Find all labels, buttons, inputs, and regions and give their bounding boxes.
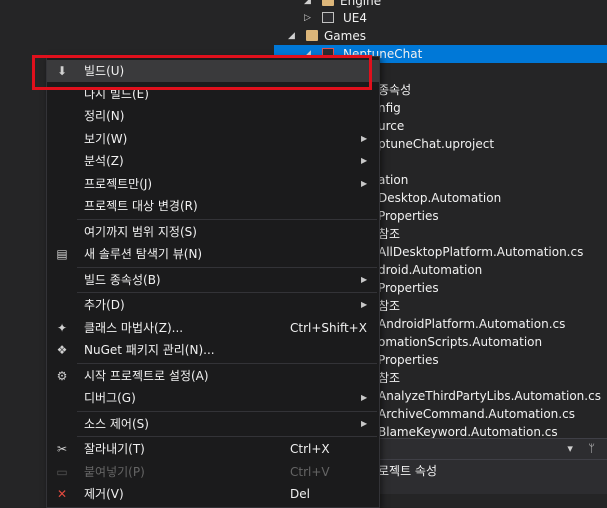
- menu-item-label: 클래스 마법사(Z)...: [84, 320, 184, 335]
- menu-item-debug[interactable]: 디버그(G) ▶: [47, 387, 379, 409]
- menu-item-label: 빌드 종속성(B): [84, 272, 161, 287]
- menu-separator: [77, 218, 377, 220]
- folder-icon: [306, 30, 318, 41]
- remove-icon: ✕: [56, 487, 68, 501]
- submenu-arrow-icon: ▶: [361, 418, 368, 428]
- submenu-arrow-icon: ▶: [361, 178, 368, 188]
- menu-item-label: 디버그(G): [84, 391, 136, 405]
- tree-item-label: ptuneChat.uproject: [378, 137, 495, 151]
- tree-item-label: 종속성: [378, 83, 412, 97]
- tree-item-label: BlameKeyword.Automation.cs: [378, 425, 558, 438]
- menu-separator: [77, 410, 377, 412]
- scissors-icon: ✂: [56, 442, 68, 456]
- menu-item-nuget-manage[interactable]: ❖ NuGet 패키지 관리(N)...: [47, 339, 379, 361]
- tree-item-label: ArchiveCommand.Automation.cs: [378, 407, 575, 421]
- menu-separator: [77, 436, 377, 437]
- tree-item-label: nfig: [378, 101, 401, 115]
- menu-item-add[interactable]: 추가(D) ▶: [47, 294, 379, 316]
- tree-item-label: AnalyzeThirdPartyLibs.Automation.cs: [378, 389, 601, 403]
- tree-item-label: ation: [378, 173, 409, 187]
- menu-item-view[interactable]: 보기(W) ▶: [47, 128, 379, 150]
- tree-item-label: 참조: [378, 299, 401, 313]
- menu-item-shortcut: Ctrl+X: [290, 442, 330, 456]
- tree-item-label: 참조: [378, 227, 401, 241]
- menu-item-label: 붙여넣기(P): [84, 464, 145, 479]
- menu-item-shortcut: Del: [290, 487, 310, 501]
- class-wizard-icon: ✦: [56, 320, 68, 335]
- menu-item-cut[interactable]: ✂ 잘라내기(T) Ctrl+X: [47, 438, 379, 460]
- tree-item-label: Properties: [378, 353, 439, 367]
- gear-icon: ⚙: [56, 368, 68, 383]
- nuget-icon: ❖: [56, 343, 68, 357]
- tree-item-label: Properties: [378, 281, 439, 295]
- menu-separator: [77, 266, 377, 268]
- tree-item[interactable]: ▷ UE4: [274, 9, 607, 27]
- paste-icon: ▭: [56, 464, 68, 479]
- tree-item-label: Games: [324, 29, 366, 43]
- menu-item-project-only[interactable]: 프로젝트만(J) ▶: [47, 173, 379, 195]
- tree-item-label: urce: [378, 119, 405, 133]
- collapse-arrow-icon[interactable]: ◢: [288, 27, 295, 45]
- menu-item-class-wizard[interactable]: ✦ 클래스 마법사(Z)... Ctrl+Shift+X: [47, 317, 379, 339]
- menu-item-label: 새 솔루션 탐색기 뷰(N): [84, 247, 203, 261]
- project-icon: [322, 12, 334, 23]
- menu-item-remove[interactable]: ✕ 제거(V) Del: [47, 483, 379, 505]
- menu-item-analyze[interactable]: 분석(Z) ▶: [47, 150, 379, 172]
- tree-item-label: 참조: [378, 371, 401, 385]
- tree-item-label: Properties: [378, 209, 439, 223]
- menu-item-scope-to-this[interactable]: 여기까지 범위 지정(S): [47, 221, 379, 243]
- context-menu: ⬇ 빌드(U) 다시 빌드(E) 정리(N) 보기(W) ▶ 분석(Z) ▶ 프로젝트만(J) ▶…: [46, 56, 380, 508]
- menu-item-label: 프로젝트만(J): [84, 176, 153, 191]
- menu-item-label: 잘라내기(T): [84, 442, 145, 456]
- menu-item-retarget-project[interactable]: 프로젝트 대상 변경(R): [47, 195, 379, 217]
- menu-item-label: 제거(V): [84, 487, 124, 501]
- submenu-arrow-icon: ▶: [361, 300, 368, 309]
- menu-item-shortcut: Ctrl+Shift+X: [290, 320, 367, 335]
- menu-separator: [77, 362, 377, 364]
- menu-item-clean[interactable]: 정리(N): [47, 105, 379, 127]
- properties-title: 로젝트 속성: [378, 464, 438, 478]
- menu-item-new-explorer-view[interactable]: ▤ 새 솔루션 탐색기 뷰(N): [47, 243, 379, 265]
- menu-item-label: 분석(Z): [84, 154, 124, 168]
- menu-item-label: 추가(D): [84, 298, 125, 312]
- submenu-arrow-icon: ▶: [361, 156, 368, 165]
- menu-item-source-control[interactable]: 소스 제어(S) ▶: [47, 413, 379, 435]
- submenu-arrow-icon: ▶: [361, 133, 368, 143]
- highlight-box: [32, 55, 372, 90]
- menu-item-paste: ▭ 붙여넣기(P) Ctrl+V: [47, 461, 379, 483]
- tree-item[interactable]: ◢ Games: [274, 27, 607, 45]
- tree-item-label: droid.Automation: [378, 263, 483, 277]
- tree-item-label: omationScripts.Automation: [378, 335, 543, 349]
- folder-icon: [322, 0, 334, 6]
- menu-item-label: 시작 프로젝트로 설정(A): [84, 368, 209, 383]
- menu-item-label: NuGet 패키지 관리(N)...: [84, 343, 215, 357]
- menu-item-label: 정리(N): [84, 109, 125, 123]
- tree-item-label: Desktop.Automation: [378, 191, 502, 205]
- menu-item-build-dependencies[interactable]: 빌드 종속성(B) ▶: [47, 269, 379, 291]
- menu-item-label: 소스 제어(S): [84, 416, 149, 431]
- new-view-icon: ▤: [56, 247, 68, 261]
- submenu-arrow-icon: ▶: [361, 274, 368, 284]
- tree-item-label: AllDesktopPlatform.Automation.cs: [378, 245, 584, 259]
- menu-item-set-startup-project[interactable]: ⚙ 시작 프로젝트로 설정(A): [47, 365, 379, 387]
- menu-separator: [77, 292, 377, 293]
- menu-item-label: 프로젝트 대상 변경(R): [84, 199, 198, 213]
- menu-item-label: 여기까지 범위 지정(S): [84, 224, 197, 239]
- panel-tools[interactable]: ▾ ᛘ: [567, 442, 601, 455]
- expand-arrow-icon[interactable]: ▷: [304, 9, 311, 27]
- tree-item-label: UE4: [343, 11, 367, 25]
- menu-item-shortcut: Ctrl+V: [290, 464, 330, 479]
- menu-item-label: 보기(W): [84, 131, 128, 146]
- submenu-arrow-icon: ▶: [361, 393, 368, 402]
- tree-item-label: AndroidPlatform.Automation.cs: [378, 317, 566, 331]
